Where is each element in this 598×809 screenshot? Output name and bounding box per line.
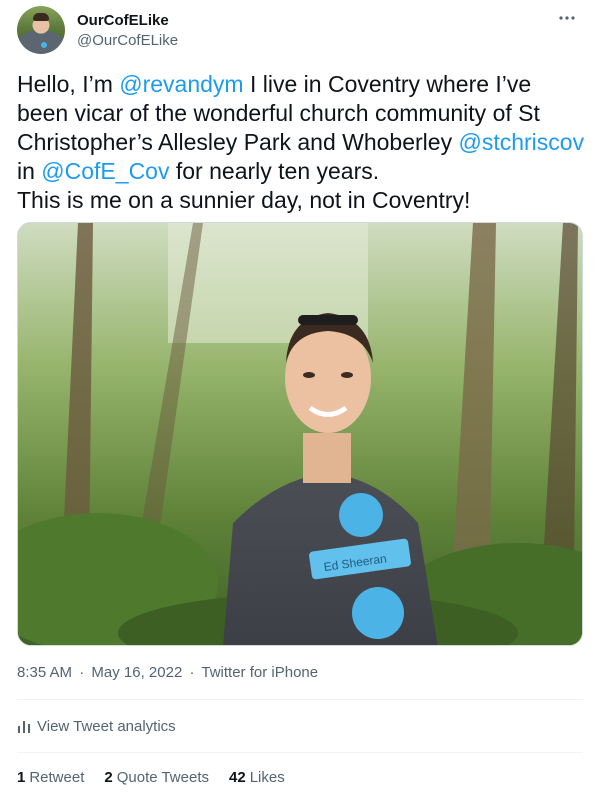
quote-tweets-label: Quote Tweets	[116, 769, 209, 786]
likes-label: Likes	[249, 769, 285, 786]
avatar[interactable]	[17, 6, 65, 54]
tweet-time[interactable]: 8:35 AM	[17, 664, 72, 681]
divider	[17, 752, 583, 753]
analytics-label: View Tweet analytics	[37, 717, 176, 735]
tweet-photo[interactable]: Ed Sheeran	[17, 222, 583, 646]
tweet-stats: 1 Retweet 2 Quote Tweets 42 Likes	[17, 769, 285, 786]
retweets-label: Retweet	[29, 769, 85, 786]
meta-separator: ·	[189, 664, 195, 681]
tweet-header: OurCofELike @OurCofELike	[17, 6, 585, 54]
mention-link[interactable]: @CofE_Cov	[41, 158, 169, 184]
more-dots-icon	[559, 16, 575, 20]
mention-link[interactable]: @stchriscov	[458, 129, 584, 155]
tweet-text: Hello, I’m @revandym I live in Coventry …	[17, 70, 585, 215]
retweets-count: 1	[17, 769, 26, 786]
tweet-source[interactable]: Twitter for iPhone	[201, 664, 318, 681]
author-display-name[interactable]: OurCofELike	[77, 12, 169, 29]
tweet-date[interactable]: May 16, 2022	[91, 664, 182, 681]
quote-tweets-stat[interactable]: 2 Quote Tweets	[104, 769, 209, 786]
avatar-tee-print	[41, 42, 47, 48]
meta-separator: ·	[79, 664, 85, 681]
divider	[17, 699, 583, 700]
photo-illustration: Ed Sheeran	[18, 223, 582, 645]
analytics-icon	[18, 721, 30, 733]
likes-stat[interactable]: 42 Likes	[229, 769, 285, 786]
view-analytics-link[interactable]: View Tweet analytics	[17, 715, 176, 737]
tweet-text-segment: This is me on a sunnier day, not in Cove…	[17, 187, 471, 213]
author-handle[interactable]: @OurCofELike	[77, 32, 178, 49]
likes-count: 42	[229, 769, 246, 786]
tweet-text-segment: in	[17, 158, 42, 184]
more-options-button[interactable]	[553, 8, 581, 28]
tweet-text-segment: Hello, I’m	[17, 71, 120, 97]
tweet-meta: 8:35 AM · May 16, 2022 · Twitter for iPh…	[17, 664, 318, 681]
quote-tweets-count: 2	[104, 769, 113, 786]
tweet-text-segment: for nearly ten years.	[169, 158, 380, 184]
retweets-stat[interactable]: 1 Retweet	[17, 769, 84, 786]
mention-link[interactable]: @revandym	[119, 71, 243, 97]
avatar-hair	[33, 13, 49, 21]
